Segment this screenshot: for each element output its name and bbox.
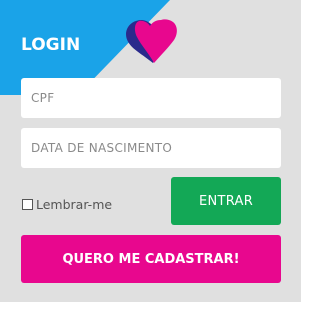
register-button[interactable]: QUERO ME CADASTRAR! <box>21 235 281 283</box>
login-title: LOGIN <box>21 35 81 55</box>
register-button-label: QUERO ME CADASTRAR! <box>62 251 240 267</box>
enter-button[interactable]: ENTRAR <box>171 177 281 225</box>
heart-logo-icon <box>126 19 177 63</box>
heart-right-shape <box>134 19 177 63</box>
remember-me-option[interactable]: Lembrar-me <box>21 196 112 212</box>
cpf-input[interactable] <box>21 78 281 118</box>
birth-date-input[interactable] <box>21 128 281 168</box>
login-panel: LOGIN Lembrar-me ENTRAR QUERO ME CADASTR… <box>0 0 301 302</box>
remember-me-checkbox[interactable] <box>22 198 33 210</box>
enter-button-label: ENTRAR <box>198 193 254 209</box>
remember-me-label: Lembrar-me <box>36 196 113 212</box>
